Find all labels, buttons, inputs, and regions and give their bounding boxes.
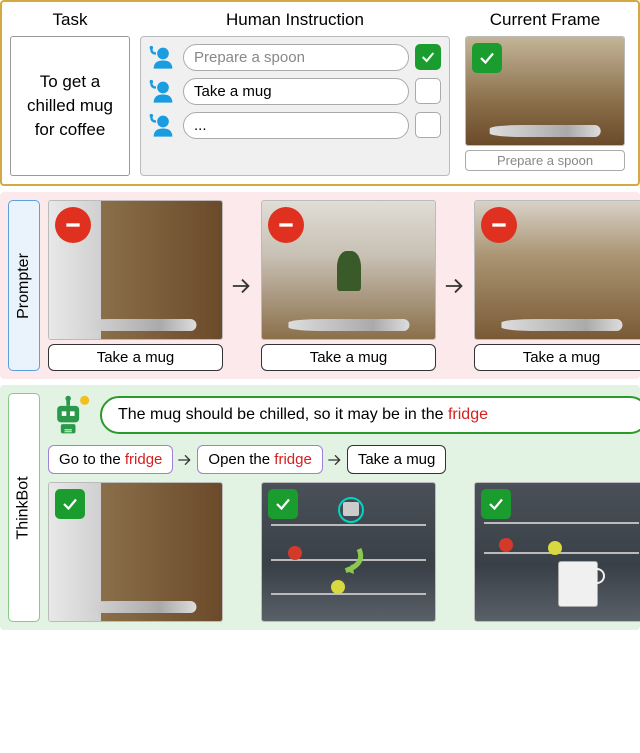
- thinkbot-label: ThinkBot: [8, 393, 40, 622]
- prompter-label: Prompter: [8, 200, 40, 371]
- check-badge-done: [415, 44, 441, 70]
- thinkbot-panel: ThinkBot The mug should be chilled, so i…: [0, 385, 640, 630]
- success-badge: [481, 489, 511, 519]
- success-badge: [268, 489, 298, 519]
- action-row: Go to the fridge Open the fridge Take a …: [48, 445, 640, 474]
- action-box: Open the fridge: [197, 445, 322, 474]
- task-column: Task To get a chilled mug for coffee: [10, 10, 130, 176]
- minus-icon: [489, 215, 509, 235]
- checkmark-icon: [274, 495, 292, 513]
- current-frame-image: [465, 36, 625, 146]
- agent-icon: [149, 111, 177, 139]
- minus-icon: [63, 215, 83, 235]
- arrow-right-icon: [327, 451, 343, 469]
- current-frame-column: Current Frame Prepare a spoon: [460, 10, 630, 171]
- prompter-caption: Take a mug: [474, 344, 640, 371]
- prompter-frame: Take a mug: [474, 200, 640, 371]
- arrow-right-icon: [231, 275, 253, 297]
- thinkbot-content: The mug should be chilled, so it may be …: [48, 393, 640, 622]
- fail-badge: [481, 207, 517, 243]
- success-badge: [55, 489, 85, 519]
- open-arrow-icon: [329, 539, 369, 579]
- thinkbot-frame: [261, 482, 436, 622]
- fail-badge: [268, 207, 304, 243]
- robot-icon: [48, 393, 92, 437]
- frame-caption: Prepare a spoon: [465, 150, 625, 171]
- fail-badge: [55, 207, 91, 243]
- instruction-box: Prepare a spoon Take a mug ...: [140, 36, 450, 176]
- check-badge-empty: [415, 112, 441, 138]
- task-box: To get a chilled mug for coffee: [10, 36, 130, 176]
- checkmark-icon: [478, 49, 496, 67]
- success-badge: [472, 43, 502, 73]
- prompter-frame: Take a mug: [48, 200, 223, 371]
- frame-heading: Current Frame: [460, 10, 630, 30]
- thought-row: The mug should be chilled, so it may be …: [48, 393, 640, 437]
- checkmark-icon: [487, 495, 505, 513]
- instruction-heading: Human Instruction: [140, 10, 450, 30]
- agent-icon: [149, 43, 177, 71]
- instruction-bubble: ...: [183, 112, 409, 139]
- instruction-row: Prepare a spoon: [149, 43, 441, 71]
- instruction-bubble: Take a mug: [183, 78, 409, 105]
- prompter-caption: Take a mug: [48, 344, 223, 371]
- arrow-right-icon: [177, 451, 193, 469]
- instruction-column: Human Instruction Prepare a spoon Take a…: [140, 10, 450, 176]
- top-panel: Task To get a chilled mug for coffee Hum…: [0, 0, 640, 186]
- checkmark-icon: [61, 495, 79, 513]
- arrow-right-icon: [444, 275, 466, 297]
- task-heading: Task: [10, 10, 130, 30]
- prompter-caption: Take a mug: [261, 344, 436, 371]
- prompter-frame: Take a mug: [261, 200, 436, 371]
- thought-bubble: The mug should be chilled, so it may be …: [100, 396, 640, 434]
- thinkbot-frame: [474, 482, 640, 622]
- thinkbot-frame: [48, 482, 223, 622]
- instruction-row: ...: [149, 111, 441, 139]
- checkmark-icon: [420, 49, 436, 65]
- instruction-bubble: Prepare a spoon: [183, 44, 409, 71]
- action-box: Go to the fridge: [48, 445, 173, 474]
- prompter-panel: Prompter Take a mug: [0, 192, 640, 379]
- action-box: Take a mug: [347, 445, 447, 474]
- check-badge-empty: [415, 78, 441, 104]
- prompter-content: Take a mug Take a mug: [48, 200, 640, 371]
- instruction-row: Take a mug: [149, 77, 441, 105]
- minus-icon: [276, 215, 296, 235]
- agent-icon: [149, 77, 177, 105]
